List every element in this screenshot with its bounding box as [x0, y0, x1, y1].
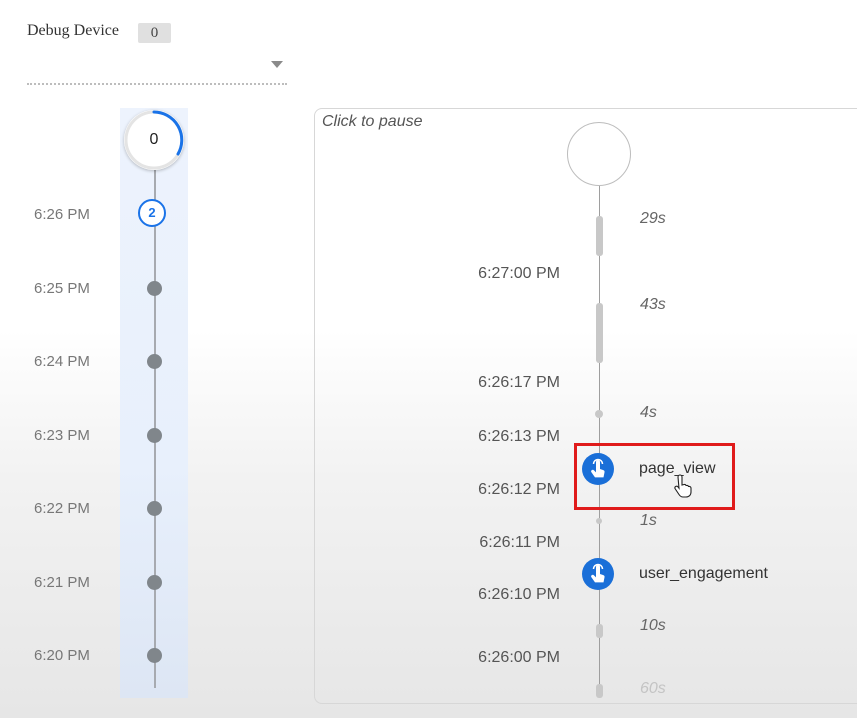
minute-dot[interactable] — [147, 428, 162, 443]
gap-tick — [595, 410, 603, 418]
top-events-count-circle: 0 — [124, 110, 184, 170]
event-timestamp: 6:26:11 PM — [479, 534, 560, 551]
touch-icon[interactable] — [582, 558, 614, 590]
gap-segment — [596, 216, 603, 256]
gap-duration: 1s — [640, 512, 657, 529]
seconds-timeline-line — [599, 186, 600, 698]
minute-time: 6:22 PM — [34, 500, 90, 517]
seconds-stream-start-circle — [567, 122, 631, 186]
event-timestamp: 6:26:00 PM — [478, 649, 560, 666]
minute-dot[interactable] — [147, 575, 162, 590]
minute-time: 6:20 PM — [34, 647, 90, 664]
gap-segment — [596, 303, 603, 363]
highlight-box — [574, 443, 735, 510]
gap-duration: 43s — [640, 296, 666, 313]
debug-device-label: Debug Device — [27, 22, 119, 39]
gap-duration: 60s — [640, 680, 666, 697]
gap-duration: 10s — [640, 617, 666, 634]
gap-duration: 29s — [640, 210, 666, 227]
gap-duration: 4s — [640, 404, 657, 421]
event-timestamp: 6:26:13 PM — [478, 428, 560, 445]
event-timestamp: 6:27:00 PM — [478, 265, 560, 282]
click-to-pause-label[interactable]: Click to pause — [322, 113, 423, 131]
touch-icon-glyph — [591, 563, 605, 583]
hand-cursor-icon — [674, 474, 692, 498]
minute-dot[interactable] — [147, 501, 162, 516]
gap-segment — [596, 624, 603, 638]
minute-time: 6:23 PM — [34, 427, 90, 444]
event-timestamp: 6:26:12 PM — [478, 481, 560, 498]
minute-dot[interactable] — [147, 354, 162, 369]
gap-tick — [596, 518, 602, 524]
minute-dot[interactable] — [147, 648, 162, 663]
event-name[interactable]: user_engagement — [639, 565, 768, 583]
minute-time: 6:21 PM — [34, 574, 90, 591]
minute-time: 6:26 PM — [34, 206, 90, 223]
minute-time: 6:24 PM — [34, 353, 90, 370]
event-timestamp: 6:26:17 PM — [478, 374, 560, 391]
debug-device-count-badge: 0 — [138, 23, 171, 43]
debug-device-select[interactable] — [27, 55, 287, 85]
seconds-stream-panel[interactable] — [314, 108, 857, 704]
gap-segment — [596, 684, 603, 698]
minute-dot[interactable] — [147, 281, 162, 296]
top-events-count: 0 — [149, 131, 159, 148]
minute-event-count-badge[interactable]: 2 — [138, 199, 166, 227]
minute-time: 6:25 PM — [34, 280, 90, 297]
event-timestamp: 6:26:10 PM — [478, 586, 560, 603]
dropdown-arrow-icon[interactable] — [271, 61, 283, 68]
